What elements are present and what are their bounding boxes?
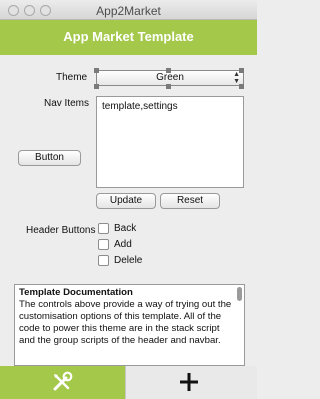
checkbox-add[interactable]: Add [98,239,132,250]
header-title: App Market Template [63,29,194,44]
resize-handle [166,84,171,89]
resize-handle [239,84,244,89]
documentation-field[interactable]: Template Documentation The controls abov… [14,284,245,366]
tab-tools[interactable] [0,366,125,399]
plus-icon [180,373,198,391]
window-titlebar: App2Market [0,0,257,20]
checkbox-icon[interactable] [98,223,109,234]
resize-handle [239,68,244,73]
nav-items-value: template,settings [102,101,178,112]
app-header: App Market Template [0,20,257,55]
nav-items-label: Nav Items [44,98,90,109]
select-arrows-icon: ▲ ▼ [233,71,240,85]
update-button[interactable]: Update [96,193,156,209]
checkbox-back[interactable]: Back [98,223,136,234]
checkbox-icon[interactable] [98,239,109,250]
checkbox-icon[interactable] [98,255,109,266]
doc-title: Template Documentation [19,287,133,298]
resize-handle [94,68,99,73]
tab-add[interactable] [125,366,257,399]
generic-button[interactable]: Button [18,150,81,166]
checkbox-delete[interactable]: Delele [98,255,142,266]
doc-scrollbar[interactable] [237,287,242,301]
theme-select-value: Green [156,72,184,83]
theme-label: Theme [56,72,88,83]
reset-button[interactable]: Reset [160,193,220,209]
window-title: App2Market [96,4,161,18]
nav-items-field[interactable]: template,settings [96,96,244,188]
bottom-tabbar [0,366,257,399]
tools-icon [53,371,73,391]
resize-handle [94,84,99,89]
resize-handle [166,68,171,73]
doc-body: The controls above provide a way of tryi… [19,299,232,346]
header-buttons-label: Header Buttons [26,225,96,236]
